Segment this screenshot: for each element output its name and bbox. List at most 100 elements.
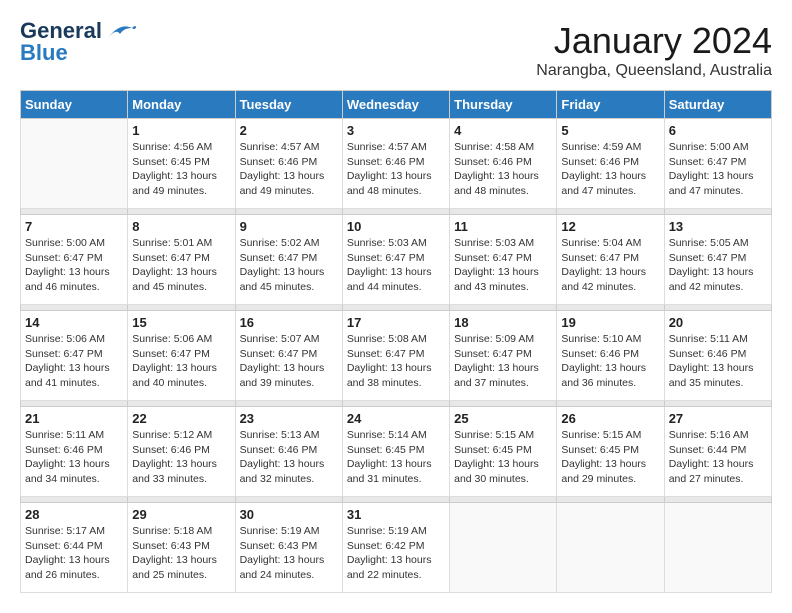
day-info: Sunrise: 5:18 AM Sunset: 6:43 PM Dayligh… — [132, 524, 230, 583]
day-number: 25 — [454, 411, 552, 426]
calendar-week-row: 14 Sunrise: 5:06 AM Sunset: 6:47 PM Dayli… — [21, 311, 772, 401]
day-info: Sunrise: 5:00 AM Sunset: 6:47 PM Dayligh… — [25, 236, 123, 295]
table-row: 10 Sunrise: 5:03 AM Sunset: 6:47 PM Dayli… — [342, 215, 449, 305]
day-number: 21 — [25, 411, 123, 426]
table-row: 13 Sunrise: 5:05 AM Sunset: 6:47 PM Dayli… — [664, 215, 771, 305]
table-row: 8Sunrise: 5:01 AM Sunset: 6:47 PM Daylig… — [128, 215, 235, 305]
day-number: 31 — [347, 507, 445, 522]
table-row: 14 Sunrise: 5:06 AM Sunset: 6:47 PM Dayli… — [21, 311, 128, 401]
table-row — [450, 503, 557, 593]
day-info: Sunrise: 5:17 AM Sunset: 6:44 PM Dayligh… — [25, 524, 123, 583]
day-info: Sunrise: 5:06 AM Sunset: 6:47 PM Dayligh… — [25, 332, 123, 391]
table-row — [664, 503, 771, 593]
day-number: 17 — [347, 315, 445, 330]
day-info: Sunrise: 5:00 AM Sunset: 6:47 PM Dayligh… — [669, 140, 767, 199]
table-row: 19Sunrise: 5:10 AM Sunset: 6:46 PM Dayli… — [557, 311, 664, 401]
day-number: 9 — [240, 219, 338, 234]
col-monday: Monday — [128, 91, 235, 119]
day-number: 30 — [240, 507, 338, 522]
day-info: Sunrise: 5:13 AM Sunset: 6:46 PM Dayligh… — [240, 428, 338, 487]
day-info: Sunrise: 5:02 AM Sunset: 6:47 PM Dayligh… — [240, 236, 338, 295]
day-info: Sunrise: 5:05 AM Sunset: 6:47 PM Dayligh… — [669, 236, 767, 295]
calendar-week-row: 7 Sunrise: 5:00 AM Sunset: 6:47 PM Daylig… — [21, 215, 772, 305]
day-number: 18 — [454, 315, 552, 330]
table-row: 16Sunrise: 5:07 AM Sunset: 6:47 PM Dayli… — [235, 311, 342, 401]
table-row: 22 Sunrise: 5:12 AM Sunset: 6:46 PM Dayli… — [128, 407, 235, 497]
col-sunday: Sunday — [21, 91, 128, 119]
day-info: Sunrise: 5:15 AM Sunset: 6:45 PM Dayligh… — [454, 428, 552, 487]
day-info: Sunrise: 5:11 AM Sunset: 6:46 PM Dayligh… — [25, 428, 123, 487]
day-number: 3 — [347, 123, 445, 138]
table-row: 12Sunrise: 5:04 AM Sunset: 6:47 PM Dayli… — [557, 215, 664, 305]
table-row: 3 Sunrise: 4:57 AM Sunset: 6:46 PM Daylig… — [342, 119, 449, 209]
day-number: 15 — [132, 315, 230, 330]
day-number: 28 — [25, 507, 123, 522]
table-row: 25 Sunrise: 5:15 AM Sunset: 6:45 PM Dayli… — [450, 407, 557, 497]
day-info: Sunrise: 5:12 AM Sunset: 6:46 PM Dayligh… — [132, 428, 230, 487]
calendar-table: Sunday Monday Tuesday Wednesday Thursday… — [20, 90, 772, 593]
calendar-header-row: Sunday Monday Tuesday Wednesday Thursday… — [21, 91, 772, 119]
table-row — [557, 503, 664, 593]
table-row: 23 Sunrise: 5:13 AM Sunset: 6:46 PM Dayli… — [235, 407, 342, 497]
day-number: 14 — [25, 315, 123, 330]
table-row: 31Sunrise: 5:19 AM Sunset: 6:42 PM Dayli… — [342, 503, 449, 593]
day-info: Sunrise: 5:10 AM Sunset: 6:46 PM Dayligh… — [561, 332, 659, 391]
table-row: 17 Sunrise: 5:08 AM Sunset: 6:47 PM Dayli… — [342, 311, 449, 401]
col-thursday: Thursday — [450, 91, 557, 119]
table-row — [21, 119, 128, 209]
day-info: Sunrise: 5:15 AM Sunset: 6:45 PM Dayligh… — [561, 428, 659, 487]
day-number: 5 — [561, 123, 659, 138]
table-row: 2Sunrise: 4:57 AM Sunset: 6:46 PM Daylig… — [235, 119, 342, 209]
table-row: 4Sunrise: 4:58 AM Sunset: 6:46 PM Daylig… — [450, 119, 557, 209]
calendar-week-row: 21 Sunrise: 5:11 AM Sunset: 6:46 PM Dayli… — [21, 407, 772, 497]
table-row: 9 Sunrise: 5:02 AM Sunset: 6:47 PM Daylig… — [235, 215, 342, 305]
day-info: Sunrise: 5:06 AM Sunset: 6:47 PM Dayligh… — [132, 332, 230, 391]
day-number: 11 — [454, 219, 552, 234]
calendar-subtitle: Narangba, Queensland, Australia — [536, 62, 772, 80]
day-number: 24 — [347, 411, 445, 426]
col-tuesday: Tuesday — [235, 91, 342, 119]
table-row: 29 Sunrise: 5:18 AM Sunset: 6:43 PM Dayli… — [128, 503, 235, 593]
day-info: Sunrise: 5:03 AM Sunset: 6:47 PM Dayligh… — [454, 236, 552, 295]
table-row: 11 Sunrise: 5:03 AM Sunset: 6:47 PM Dayli… — [450, 215, 557, 305]
day-info: Sunrise: 5:09 AM Sunset: 6:47 PM Dayligh… — [454, 332, 552, 391]
day-number: 23 — [240, 411, 338, 426]
day-info: Sunrise: 5:07 AM Sunset: 6:47 PM Dayligh… — [240, 332, 338, 391]
calendar-week-row: 1Sunrise: 4:56 AM Sunset: 6:45 PM Daylig… — [21, 119, 772, 209]
col-friday: Friday — [557, 91, 664, 119]
table-row: 18 Sunrise: 5:09 AM Sunset: 6:47 PM Dayli… — [450, 311, 557, 401]
day-info: Sunrise: 5:03 AM Sunset: 6:47 PM Dayligh… — [347, 236, 445, 295]
day-number: 22 — [132, 411, 230, 426]
day-info: Sunrise: 5:08 AM Sunset: 6:47 PM Dayligh… — [347, 332, 445, 391]
title-section: January 2024 Narangba, Queensland, Austr… — [536, 20, 772, 80]
table-row: 27 Sunrise: 5:16 AM Sunset: 6:44 PM Dayli… — [664, 407, 771, 497]
day-number: 10 — [347, 219, 445, 234]
day-number: 26 — [561, 411, 659, 426]
table-row: 24Sunrise: 5:14 AM Sunset: 6:45 PM Dayli… — [342, 407, 449, 497]
table-row: 5 Sunrise: 4:59 AM Sunset: 6:46 PM Daylig… — [557, 119, 664, 209]
day-number: 20 — [669, 315, 767, 330]
calendar-title: January 2024 — [536, 20, 772, 62]
day-info: Sunrise: 4:59 AM Sunset: 6:46 PM Dayligh… — [561, 140, 659, 199]
table-row: 1Sunrise: 4:56 AM Sunset: 6:45 PM Daylig… — [128, 119, 235, 209]
day-number: 12 — [561, 219, 659, 234]
table-row: 30Sunrise: 5:19 AM Sunset: 6:43 PM Dayli… — [235, 503, 342, 593]
day-number: 7 — [25, 219, 123, 234]
day-info: Sunrise: 5:11 AM Sunset: 6:46 PM Dayligh… — [669, 332, 767, 391]
logo-bird-icon — [104, 20, 136, 42]
col-saturday: Saturday — [664, 91, 771, 119]
day-info: Sunrise: 5:16 AM Sunset: 6:44 PM Dayligh… — [669, 428, 767, 487]
page-header: General Blue January 2024 Narangba, Quee… — [20, 20, 772, 80]
table-row: 15 Sunrise: 5:06 AM Sunset: 6:47 PM Dayli… — [128, 311, 235, 401]
calendar-week-row: 28 Sunrise: 5:17 AM Sunset: 6:44 PM Dayli… — [21, 503, 772, 593]
day-number: 1 — [132, 123, 230, 138]
logo-text: General — [20, 20, 102, 42]
day-number: 2 — [240, 123, 338, 138]
day-number: 29 — [132, 507, 230, 522]
day-number: 27 — [669, 411, 767, 426]
day-number: 13 — [669, 219, 767, 234]
table-row: 7 Sunrise: 5:00 AM Sunset: 6:47 PM Daylig… — [21, 215, 128, 305]
day-info: Sunrise: 4:57 AM Sunset: 6:46 PM Dayligh… — [347, 140, 445, 199]
col-wednesday: Wednesday — [342, 91, 449, 119]
day-info: Sunrise: 5:01 AM Sunset: 6:47 PM Dayligh… — [132, 236, 230, 295]
